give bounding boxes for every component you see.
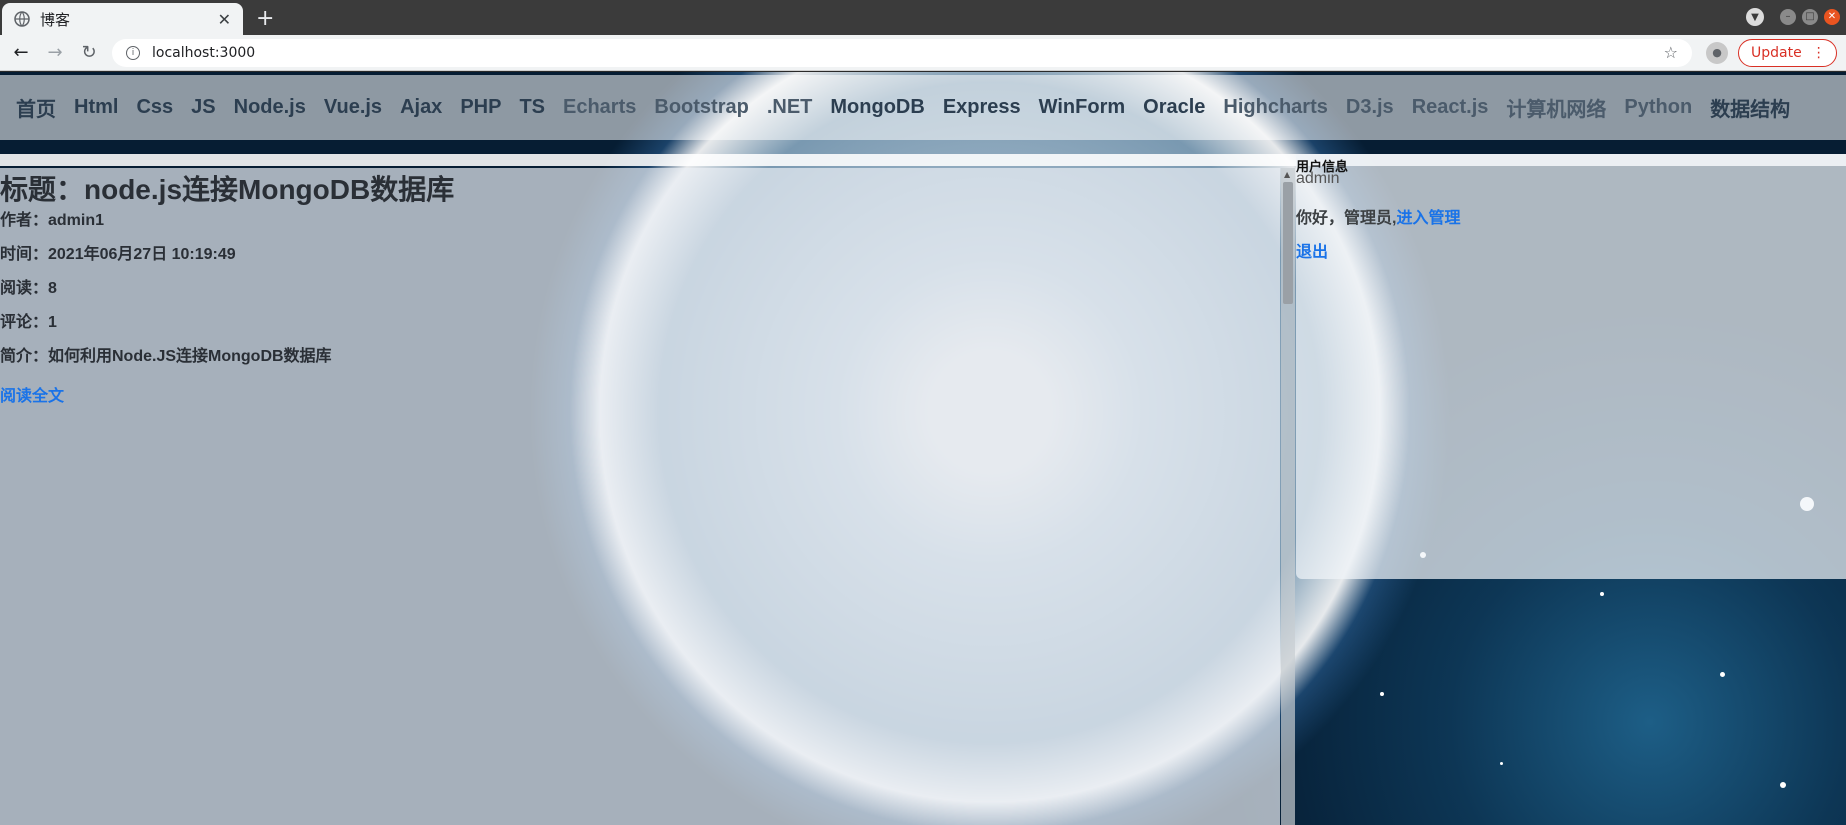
background-star: [1500, 762, 1503, 765]
nav-item-home[interactable]: 首页: [16, 93, 56, 122]
background-star: [1780, 782, 1786, 788]
nav-item-highcharts[interactable]: Highcharts: [1223, 96, 1327, 119]
nav-item-winform[interactable]: WinForm: [1039, 96, 1125, 119]
nav-item-html[interactable]: Html: [74, 96, 118, 119]
nav-item-nodejs[interactable]: Node.js: [234, 96, 306, 119]
post-author: 作者：admin1: [0, 212, 105, 229]
profile-icon[interactable]: ●: [1706, 41, 1728, 64]
update-button[interactable]: Update ⋮: [1738, 38, 1837, 67]
post-reads: 阅读：8: [0, 280, 57, 297]
post-list-scrollbar[interactable]: ▲: [1281, 168, 1295, 825]
nav-item-php[interactable]: PHP: [460, 96, 501, 119]
greeting-text: 你好，管理员,: [1296, 210, 1397, 227]
background-star: [1720, 672, 1725, 677]
nav-item-ajax[interactable]: Ajax: [400, 96, 442, 119]
address-bar[interactable]: i localhost:3000 ☆: [112, 38, 1692, 67]
reload-icon[interactable]: ↻: [72, 42, 106, 63]
info-icon[interactable]: i: [126, 45, 140, 60]
nav-item-data-structures[interactable]: 数据结构: [1710, 93, 1790, 122]
scroll-up-icon[interactable]: ▲: [1284, 170, 1290, 179]
nav-item-oracle[interactable]: Oracle: [1143, 96, 1205, 119]
post-list: 标题：node.js连接MongoDB数据库 作者：admin1 时间：2021…: [0, 168, 1280, 825]
close-icon[interactable]: ✕: [218, 10, 231, 29]
read-more-link[interactable]: 阅读全文: [0, 382, 64, 406]
browser-toolbar: ← → ↻ i localhost:3000 ☆ ● Update ⋮: [0, 35, 1846, 71]
browser-tab-strip: 博客 ✕ + ▼ – □ ✕: [0, 0, 1846, 35]
more-icon: ⋮: [1811, 44, 1826, 61]
logout-link[interactable]: 退出: [1296, 238, 1328, 262]
user-info-panel: 用户信息 admin 你好，管理员,进入管理 退出: [1296, 154, 1846, 579]
scrollbar-thumb[interactable]: [1283, 182, 1293, 304]
window-close-icon[interactable]: ✕: [1824, 9, 1840, 25]
nav-item-dotnet[interactable]: .NET: [767, 96, 813, 119]
post-comments: 评论：1: [0, 314, 57, 331]
back-icon[interactable]: ←: [4, 42, 38, 63]
nav-item-mongodb[interactable]: MongoDB: [830, 96, 924, 119]
post-title[interactable]: 标题：node.js连接MongoDB数据库: [0, 168, 454, 208]
nav-item-express[interactable]: Express: [943, 96, 1021, 119]
tab-search-icon[interactable]: ▼: [1746, 8, 1764, 26]
forward-icon[interactable]: →: [38, 42, 72, 63]
nav-item-echarts[interactable]: Echarts: [563, 96, 636, 119]
minimize-icon[interactable]: –: [1780, 9, 1796, 25]
url-text[interactable]: localhost:3000: [152, 45, 1664, 61]
plus-icon[interactable]: +: [256, 6, 274, 31]
nav-item-ts[interactable]: TS: [519, 96, 545, 119]
nav-item-css[interactable]: Css: [136, 96, 173, 119]
category-nav: 首页 Html Css JS Node.js Vue.js Ajax PHP T…: [0, 75, 1846, 140]
post-summary: 简介：如何利用Node.JS连接MongoDB数据库: [0, 348, 332, 365]
nav-item-d3js[interactable]: D3.js: [1346, 96, 1394, 119]
nav-item-js[interactable]: JS: [191, 96, 215, 119]
browser-tab[interactable]: 博客 ✕: [2, 3, 243, 35]
background-star: [1600, 592, 1604, 596]
update-label: Update: [1751, 44, 1802, 61]
page-viewport: 首页 Html Css JS Node.js Vue.js Ajax PHP T…: [0, 72, 1846, 825]
username: admin: [1296, 170, 1340, 187]
nav-item-bootstrap[interactable]: Bootstrap: [654, 96, 748, 119]
nav-item-reactjs[interactable]: React.js: [1412, 96, 1489, 119]
post-time: 时间：2021年06月27日 10:19:49: [0, 246, 236, 263]
globe-icon: [14, 11, 30, 27]
nav-item-network[interactable]: 计算机网络: [1506, 93, 1606, 122]
tab-title: 博客: [40, 10, 71, 29]
window-controls: ▼ – □ ✕: [1746, 8, 1840, 26]
nav-item-vuejs[interactable]: Vue.js: [324, 96, 382, 119]
maximize-icon[interactable]: □: [1802, 9, 1818, 25]
nav-item-python[interactable]: Python: [1624, 96, 1692, 119]
admin-link[interactable]: 进入管理: [1396, 210, 1460, 227]
star-icon[interactable]: ☆: [1664, 43, 1678, 62]
background-star: [1380, 692, 1384, 696]
greeting-line: 你好，管理员,进入管理: [1296, 204, 1460, 228]
